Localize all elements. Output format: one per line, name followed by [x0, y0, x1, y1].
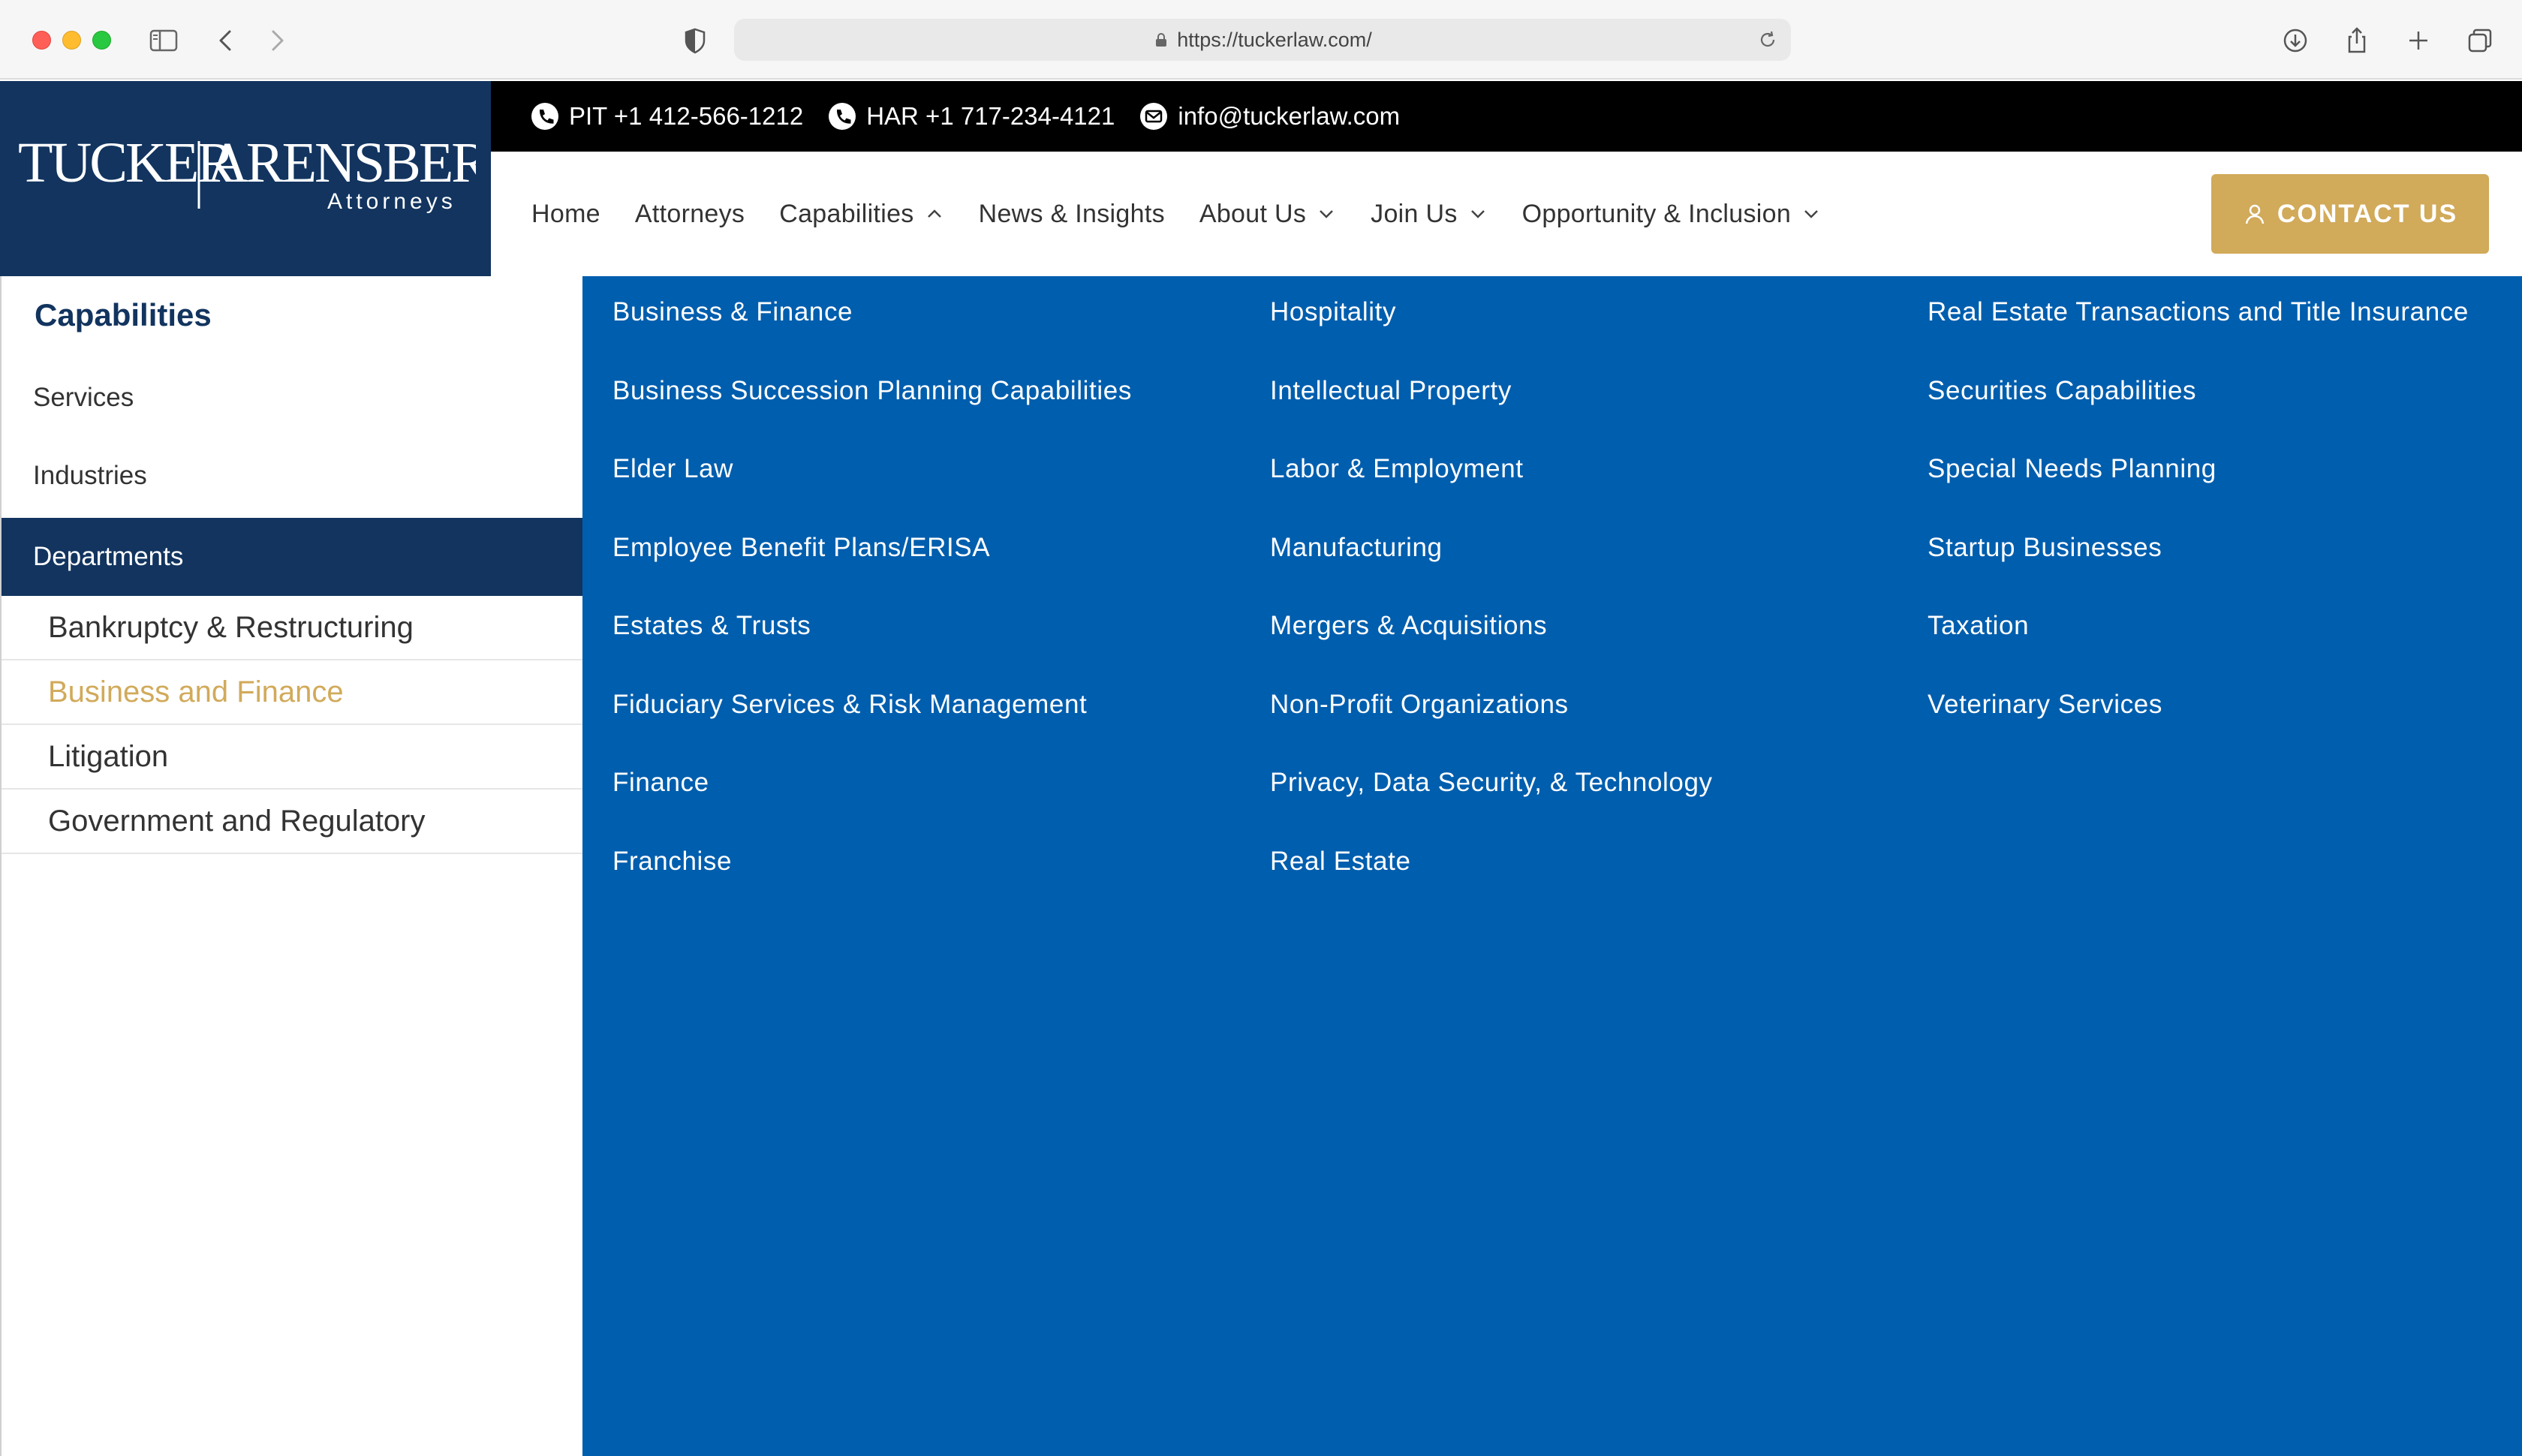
contact-us-button[interactable]: CONTACT US	[2211, 174, 2489, 254]
mega-link[interactable]: Estates & Trusts	[612, 611, 1132, 690]
email-link[interactable]: info@tuckerlaw.com	[1139, 101, 1400, 131]
mega-link[interactable]: Labor & Employment	[1270, 454, 1713, 533]
nav-opportunity-inclusion[interactable]: Opportunity & Inclusion	[1522, 200, 1821, 229]
department-litigation[interactable]: Litigation	[2, 725, 582, 790]
minimize-window-button[interactable]	[62, 31, 81, 50]
side-menu-industries[interactable]: Industries	[2, 461, 582, 491]
mega-link[interactable]: Fiduciary Services & Risk Management	[612, 690, 1132, 769]
side-menu-departments[interactable]: Departments	[2, 518, 582, 596]
mega-link[interactable]: Elder Law	[612, 454, 1132, 533]
side-menu-services[interactable]: Services	[2, 383, 582, 413]
mega-menu-column-1: Business & Finance Business Succession P…	[612, 297, 1132, 925]
mega-link[interactable]: Taxation	[1928, 611, 2469, 690]
reload-icon[interactable]	[1756, 29, 1779, 51]
nav-capabilities[interactable]: Capabilities	[779, 200, 943, 229]
chevron-up-icon	[927, 209, 941, 218]
contact-bar: PIT +1 412-566-1212 HAR +1 717-234-4121 …	[491, 81, 2522, 152]
main-navigation: Home Attorneys Capabilities News & Insig…	[491, 152, 2522, 276]
tab-overview-icon[interactable]	[2460, 21, 2499, 60]
mega-link[interactable]: Business & Finance	[612, 297, 1132, 376]
mega-link[interactable]: Privacy, Data Security, & Technology	[1270, 768, 1713, 847]
sidebar-toggle-icon[interactable]	[144, 21, 183, 60]
close-window-button[interactable]	[32, 31, 51, 50]
svg-text:TUCKER: TUCKER	[18, 134, 235, 194]
department-business-finance[interactable]: Business and Finance	[2, 660, 582, 725]
nav-home[interactable]: Home	[531, 200, 600, 229]
mail-icon	[1140, 103, 1168, 130]
mega-menu-column-3: Real Estate Transactions and Title Insur…	[1928, 297, 2469, 768]
side-menu-title: Capabilities	[35, 297, 212, 332]
mega-link[interactable]: Real Estate	[1270, 847, 1713, 925]
privacy-shield-icon[interactable]	[676, 21, 715, 60]
mega-link[interactable]: Securities Capabilities	[1928, 376, 2469, 455]
department-bankruptcy-restructuring[interactable]: Bankruptcy & Restructuring	[2, 596, 582, 660]
mega-menu-column-2: Hospitality Intellectual Property Labor …	[1270, 297, 1713, 925]
share-icon[interactable]	[2337, 21, 2376, 60]
chevron-down-icon	[1804, 210, 1818, 218]
new-tab-icon[interactable]	[2399, 21, 2438, 60]
nav-about-us[interactable]: About Us	[1199, 200, 1336, 229]
mega-link[interactable]: Intellectual Property	[1270, 376, 1713, 455]
department-government-regulatory[interactable]: Government and Regulatory	[2, 790, 582, 854]
mega-link[interactable]: Startup Businesses	[1928, 533, 2469, 612]
mega-link[interactable]: Franchise	[612, 847, 1132, 925]
mega-link[interactable]: Employee Benefit Plans/ERISA	[612, 533, 1132, 612]
chevron-down-icon	[1320, 210, 1334, 218]
departments-mega-menu: Business & Finance Business Succession P…	[582, 276, 2522, 1456]
forward-icon[interactable]	[257, 21, 296, 60]
phone-icon	[531, 103, 558, 130]
mega-link[interactable]: Non-Profit Organizations	[1270, 690, 1713, 769]
mega-link[interactable]: Hospitality	[1270, 297, 1713, 376]
mega-link[interactable]: Mergers & Acquisitions	[1270, 611, 1713, 690]
nav-attorneys[interactable]: Attorneys	[635, 200, 745, 229]
user-icon	[2245, 204, 2265, 224]
phone-icon	[829, 103, 856, 130]
svg-text:ARENSBERG: ARENSBERG	[207, 134, 476, 194]
browser-toolbar: https://tuckerlaw.com/	[0, 0, 2522, 80]
mega-link[interactable]: Real Estate Transactions and Title Insur…	[1928, 297, 2469, 376]
back-icon[interactable]	[207, 21, 246, 60]
nav-news-insights[interactable]: News & Insights	[979, 200, 1165, 229]
download-icon[interactable]	[2276, 21, 2315, 60]
site-logo[interactable]: TUCKER ARENSBERG Attorneys	[0, 81, 491, 276]
phone-pit-link[interactable]: PIT +1 412-566-1212	[530, 101, 803, 131]
phone-har-link[interactable]: HAR +1 717-234-4121	[827, 101, 1115, 131]
mega-link[interactable]: Finance	[612, 768, 1132, 847]
lock-icon	[1156, 33, 1167, 47]
svg-text:Attorneys: Attorneys	[327, 189, 456, 214]
url-text: https://tuckerlaw.com/	[1177, 28, 1372, 51]
maximize-window-button[interactable]	[92, 31, 111, 50]
tucker-arensberg-logo: TUCKER ARENSBERG Attorneys	[18, 134, 476, 214]
mega-link[interactable]: Manufacturing	[1270, 533, 1713, 612]
chevron-down-icon	[1470, 210, 1485, 218]
address-bar[interactable]: https://tuckerlaw.com/	[734, 19, 1791, 61]
nav-join-us[interactable]: Join Us	[1371, 200, 1487, 229]
mega-link[interactable]: Business Succession Planning Capabilitie…	[612, 376, 1132, 455]
capabilities-side-menu: Capabilities Services Industries Departm…	[0, 276, 582, 1456]
mega-link[interactable]: Special Needs Planning	[1928, 454, 2469, 533]
mega-link[interactable]: Veterinary Services	[1928, 690, 2469, 769]
